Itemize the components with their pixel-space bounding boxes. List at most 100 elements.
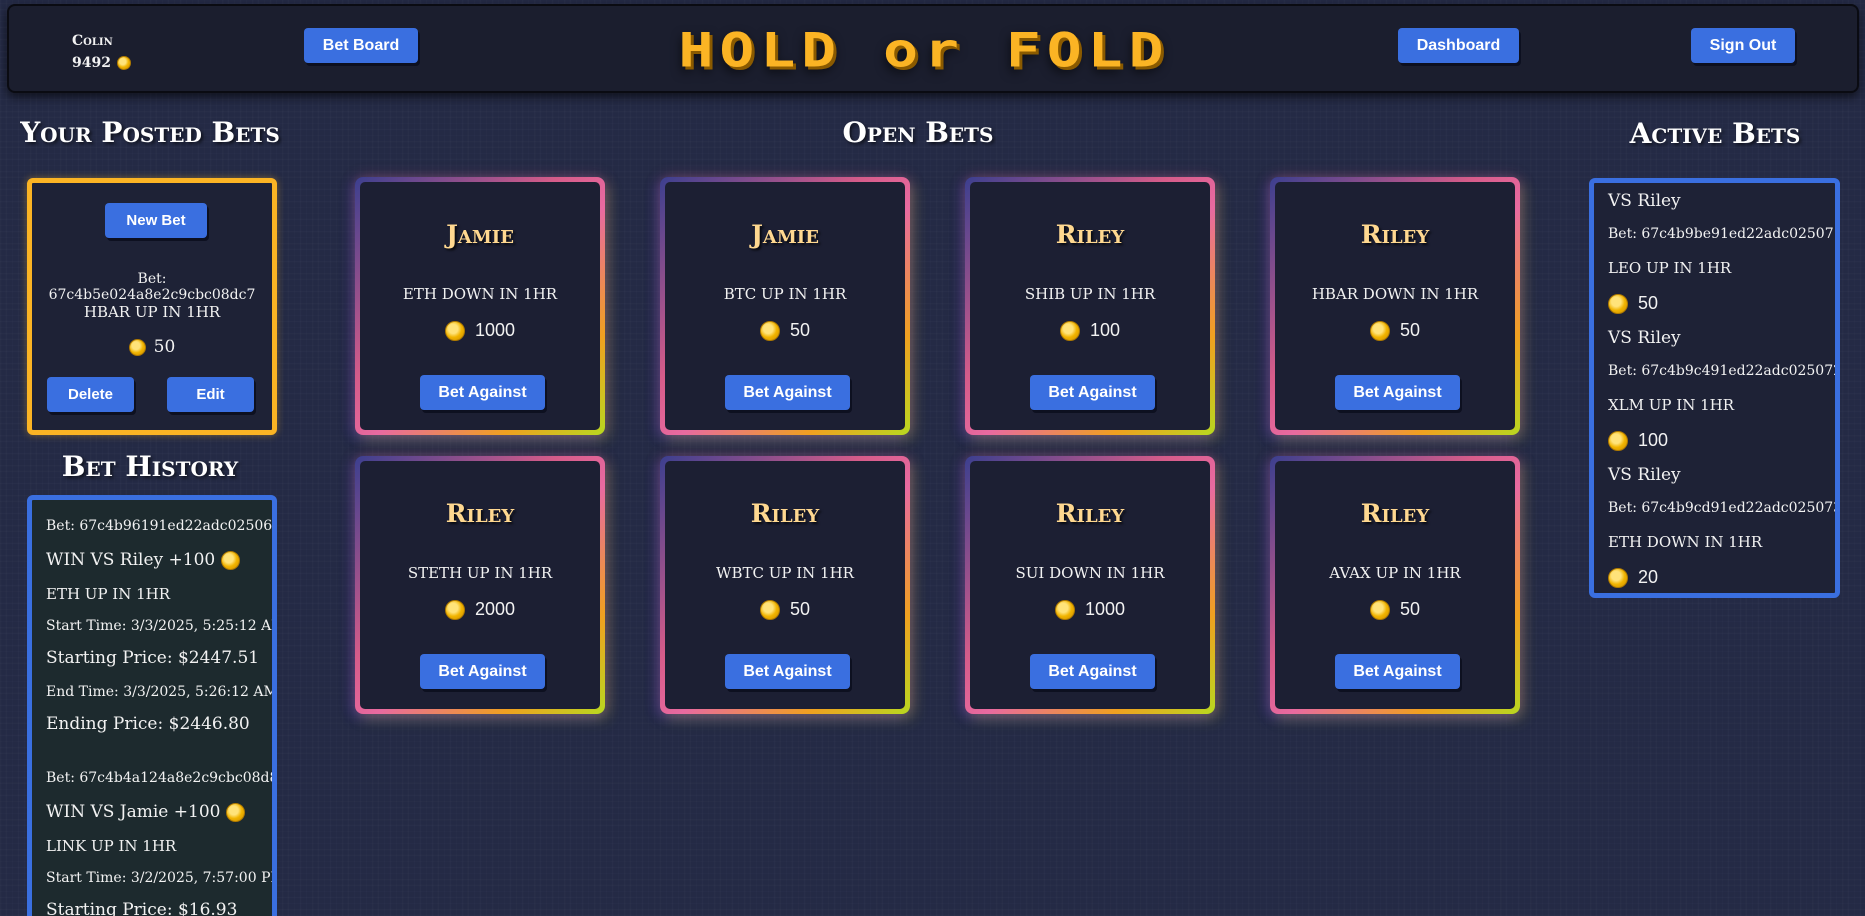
bet-amount: 1000 xyxy=(360,320,600,341)
bet-description: STETH UP IN 1HR xyxy=(407,564,553,582)
bet-amount-value: 2000 xyxy=(474,599,516,619)
coin-icon xyxy=(1369,320,1390,341)
bettor-name: Riley xyxy=(445,499,515,528)
open-bet-card: Riley AVAX UP IN 1HR 50 Bet Against xyxy=(1270,456,1520,714)
bet-description: WBTC UP IN 1HR xyxy=(716,564,854,582)
coin-icon xyxy=(444,599,465,620)
active-amount-value: 20 xyxy=(1638,567,1659,587)
history-result-text: WIN VS Jamie +100 xyxy=(46,802,221,822)
bet-against-button[interactable]: Bet Against xyxy=(1030,375,1155,410)
bet-against-button[interactable]: Bet Against xyxy=(1335,375,1460,410)
bet-history-panel: Bet: 67c4b96191ed22adc02506c4 WIN VS Ril… xyxy=(27,495,277,916)
delete-button[interactable]: Delete xyxy=(47,377,134,412)
bet-description: ETH DOWN IN 1HR xyxy=(402,285,558,303)
active-bets-heading: Active Bets xyxy=(1629,117,1801,150)
bet-amount: 50 xyxy=(665,599,905,620)
active-bet-id: Bet: 67c4b9be91ed22adc025071f xyxy=(1608,226,1840,242)
bet-board-button[interactable]: Bet Board xyxy=(304,28,418,63)
active-opponent: VS Riley xyxy=(1608,465,1681,485)
bet-amount: 50 xyxy=(665,320,905,341)
bet-amount-value: 100 xyxy=(1089,320,1121,340)
history-starting-price: Starting Price: $16.93 xyxy=(46,900,238,916)
bettor-name: Riley xyxy=(1360,220,1430,249)
history-bet-id: Bet: 67c4b96191ed22adc02506c4 xyxy=(46,518,277,534)
history-ending-price: Ending Price: $2446.80 xyxy=(46,714,250,734)
coin-icon xyxy=(1608,567,1628,588)
bet-description: SHIB UP IN 1HR xyxy=(1024,285,1156,303)
posted-bet-id: Bet: 67c4b5e024a8e2c9cbc08dc7 xyxy=(48,271,256,303)
bet-against-button[interactable]: Bet Against xyxy=(420,375,545,410)
bet-amount: 1000 xyxy=(970,599,1210,620)
bettor-name: Jamie xyxy=(751,220,819,249)
bet-amount: 2000 xyxy=(360,599,600,620)
history-result: WIN VS Jamie +100 xyxy=(46,802,246,822)
open-bet-card: Riley HBAR DOWN IN 1HR 50 Bet Against xyxy=(1270,177,1520,435)
coin-icon xyxy=(759,599,780,620)
bet-against-button[interactable]: Bet Against xyxy=(420,654,545,689)
posted-bet-card: New Bet Bet: 67c4b5e024a8e2c9cbc08dc7 HB… xyxy=(27,178,277,435)
coin-icon xyxy=(221,551,241,570)
coin-icon xyxy=(1608,430,1628,451)
active-bets-panel: VS Riley Bet: 67c4b9be91ed22adc025071f L… xyxy=(1589,178,1840,598)
open-bet-card: Jamie BTC UP IN 1HR 50 Bet Against xyxy=(660,177,910,435)
bet-against-button[interactable]: Bet Against xyxy=(725,654,850,689)
active-amount-value: 50 xyxy=(1638,293,1659,313)
edit-button[interactable]: Edit xyxy=(167,377,254,412)
bet-amount-value: 1000 xyxy=(474,320,516,340)
active-amount: 50 xyxy=(1608,293,1658,314)
active-amount: 20 xyxy=(1608,567,1658,588)
bettor-name: Riley xyxy=(750,499,820,528)
bettor-name: Riley xyxy=(1055,220,1125,249)
bet-description: AVAX UP IN 1HR xyxy=(1329,564,1461,582)
active-description: XLM UP IN 1HR xyxy=(1608,396,1735,414)
bettor-name: Riley xyxy=(1360,499,1430,528)
posted-bets-heading: Your Posted Bets xyxy=(20,116,280,149)
bet-against-button[interactable]: Bet Against xyxy=(1030,654,1155,689)
history-result: WIN VS Riley +100 xyxy=(46,550,241,570)
user-name: Colin xyxy=(72,33,113,49)
top-header: Colin 9492 Bet Board HOLD or FOLD Dashbo… xyxy=(7,4,1859,93)
open-bet-card: Jamie ETH DOWN IN 1HR 1000 Bet Against xyxy=(355,177,605,435)
coin-icon xyxy=(226,803,246,822)
active-bet-id: Bet: 67c4b9cd91ed22adc0250731 xyxy=(1608,500,1840,516)
open-bet-card: Riley WBTC UP IN 1HR 50 Bet Against xyxy=(660,456,910,714)
app-title: HOLD or FOLD xyxy=(678,22,1170,78)
bet-description: SUI DOWN IN 1HR xyxy=(1015,564,1165,582)
bet-amount-value: 1000 xyxy=(1084,599,1126,619)
bet-amount-value: 50 xyxy=(789,320,811,340)
bet-amount-value: 50 xyxy=(789,599,811,619)
history-starting-price: Starting Price: $2447.51 xyxy=(46,648,260,668)
bet-amount: 50 xyxy=(1275,320,1515,341)
coin-icon xyxy=(128,338,146,356)
bet-description: HBAR DOWN IN 1HR xyxy=(1311,285,1479,303)
open-bet-card: Riley STETH UP IN 1HR 2000 Bet Against xyxy=(355,456,605,714)
bet-amount-value: 50 xyxy=(1399,599,1421,619)
posted-bet-amount-value: 50 xyxy=(153,337,176,357)
bettor-name: Riley xyxy=(1055,499,1125,528)
active-amount-value: 100 xyxy=(1638,430,1669,450)
dashboard-button[interactable]: Dashboard xyxy=(1398,28,1519,63)
coin-icon xyxy=(444,320,465,341)
active-description: LEO UP IN 1HR xyxy=(1608,259,1732,277)
coin-icon xyxy=(1369,599,1390,620)
bet-amount: 50 xyxy=(1275,599,1515,620)
history-description: LINK UP IN 1HR xyxy=(46,837,177,855)
bet-against-button[interactable]: Bet Against xyxy=(1335,654,1460,689)
posted-bet-amount: 50 xyxy=(32,337,272,357)
bet-amount-value: 50 xyxy=(1399,320,1421,340)
user-coin-balance: 9492 xyxy=(72,55,131,71)
open-bet-card: Riley SHIB UP IN 1HR 100 Bet Against xyxy=(965,177,1215,435)
bet-against-button[interactable]: Bet Against xyxy=(725,375,850,410)
bettor-name: Jamie xyxy=(446,220,514,249)
sign-out-button[interactable]: Sign Out xyxy=(1691,28,1795,63)
history-description: ETH UP IN 1HR xyxy=(46,585,171,603)
active-amount: 100 xyxy=(1608,430,1668,451)
active-opponent: VS Riley xyxy=(1608,328,1681,348)
active-opponent: VS Riley xyxy=(1608,191,1681,211)
coin-icon xyxy=(759,320,780,341)
coin-icon xyxy=(1059,320,1080,341)
history-start-time: Start Time: 3/2/2025, 7:57:00 PM xyxy=(46,870,277,886)
history-result-text: WIN VS Riley +100 xyxy=(46,550,216,570)
new-bet-button[interactable]: New Bet xyxy=(105,203,207,238)
history-bet-id: Bet: 67c4b4a124a8e2c9cbc08d8b xyxy=(46,770,277,786)
